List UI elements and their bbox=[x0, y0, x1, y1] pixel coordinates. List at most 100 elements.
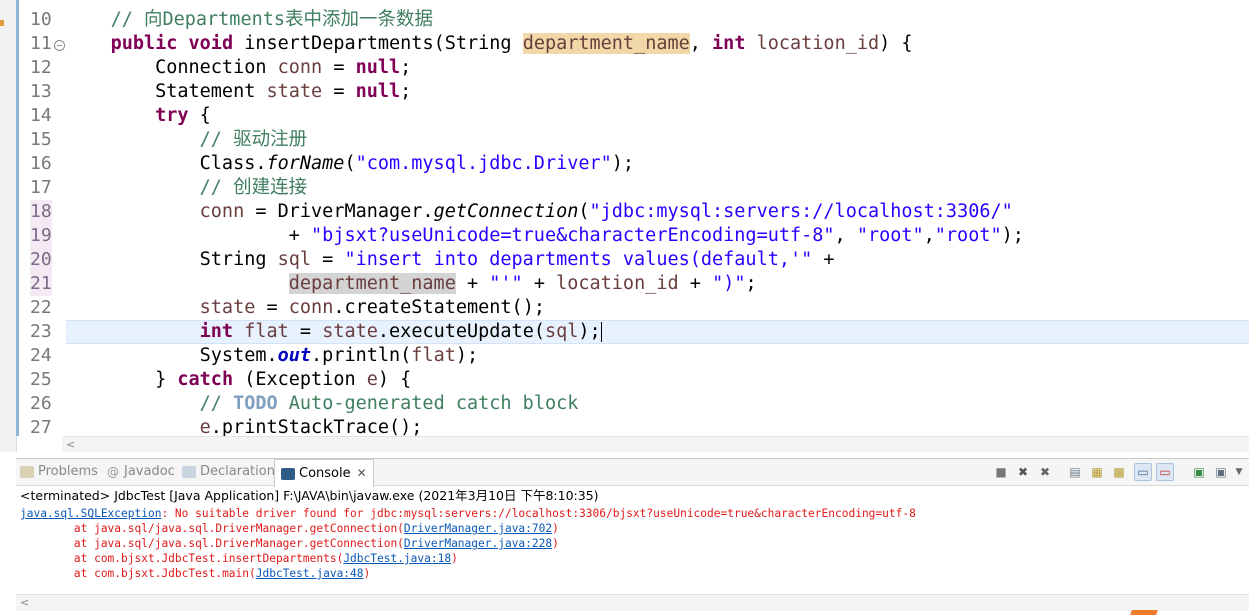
code-token: .executeUpdate( bbox=[377, 321, 545, 342]
code-token: + bbox=[66, 225, 312, 246]
show-on-stdout-button[interactable]: ▭ bbox=[1134, 463, 1152, 481]
tab-console[interactable]: Console ✕ bbox=[274, 459, 374, 487]
fold-collapse-icon[interactable]: − bbox=[54, 40, 65, 51]
scroll-left-icon[interactable]: < bbox=[20, 595, 29, 611]
code-token: ")" bbox=[712, 273, 746, 294]
code-line[interactable]: String sql = "insert into departments va… bbox=[66, 248, 1249, 272]
code-line[interactable]: // 向Departments表中添加一条数据 bbox=[66, 8, 1249, 32]
code-line[interactable]: state = conn.createStatement(); bbox=[66, 296, 1249, 320]
code-area[interactable]: // 向Departments表中添加一条数据 public void inse… bbox=[66, 0, 1249, 436]
code-line[interactable]: conn = DriverManager.getConnection("jdbc… bbox=[66, 200, 1249, 224]
code-line[interactable]: Class.forName("com.mysql.jdbc.Driver"); bbox=[66, 152, 1249, 176]
code-token: .createStatement(); bbox=[333, 297, 545, 318]
stack-trace-link[interactable]: java.sql.SQLException bbox=[20, 507, 161, 520]
code-line[interactable]: + "bjsxt?useUnicode=true&characterEncodi… bbox=[66, 224, 1249, 248]
code-token: flat bbox=[411, 345, 456, 366]
tab-declaration[interactable]: Declaration bbox=[182, 459, 275, 485]
stack-trace-link[interactable]: DriverManager.java:228 bbox=[404, 537, 552, 550]
code-token: , bbox=[689, 33, 713, 54]
terminate-button[interactable]: ■ bbox=[992, 463, 1010, 481]
editor-horizontal-scrollbar[interactable]: < bbox=[62, 436, 1249, 452]
code-line[interactable]: System.out.println(flat); bbox=[66, 344, 1249, 368]
line-number: 20 bbox=[30, 248, 52, 272]
code-token: "root" bbox=[856, 225, 924, 246]
close-icon[interactable]: ✕ bbox=[357, 466, 367, 480]
code-token: location_id bbox=[556, 273, 679, 294]
code-token: ); bbox=[455, 345, 479, 366]
remove-all-terminated-icon: ✖ bbox=[1039, 465, 1051, 479]
code-token: forName bbox=[266, 153, 345, 174]
code-token: ) { bbox=[377, 369, 412, 390]
code-line[interactable]: Statement state = null; bbox=[66, 80, 1249, 104]
clear-console-icon: ▤ bbox=[1069, 465, 1081, 479]
code-token: conn bbox=[199, 201, 245, 222]
code-line[interactable]: try { bbox=[66, 104, 1249, 128]
code-line[interactable]: // TODO Auto-generated catch block bbox=[66, 392, 1249, 416]
line-number: 26 bbox=[30, 393, 52, 414]
line-number: 19 bbox=[30, 224, 52, 248]
code-token: "com.mysql.jdbc.Driver" bbox=[355, 153, 612, 174]
taskbar-accent bbox=[1130, 610, 1158, 615]
console-line: java.sql.SQLException: No suitable drive… bbox=[20, 506, 1230, 521]
line-number: 23 bbox=[30, 321, 52, 342]
tab-javadoc[interactable]: @ Javadoc bbox=[106, 459, 175, 485]
code-line[interactable]: department_name + "'" + location_id + ")… bbox=[66, 272, 1249, 296]
text-cursor bbox=[600, 322, 602, 342]
clear-console-button[interactable]: ▤ bbox=[1066, 463, 1084, 481]
code-token: "'" bbox=[489, 273, 523, 294]
code-token: flat bbox=[244, 321, 289, 342]
code-token: insertDepartments(String bbox=[233, 33, 523, 54]
code-token: Statement bbox=[66, 81, 267, 102]
code-token: "insert into departments values(default,… bbox=[344, 249, 813, 270]
code-token: // 驱动注册 bbox=[199, 129, 308, 150]
code-line[interactable]: } catch (Exception e) { bbox=[66, 368, 1249, 392]
current-code-line[interactable]: int flat = state.executeUpdate(sql); bbox=[66, 320, 1249, 344]
code-token: Connection bbox=[66, 57, 278, 78]
code-line[interactable]: public void insertDepartments(String dep… bbox=[66, 32, 1249, 56]
pin-console-button[interactable]: ▣ bbox=[1190, 463, 1208, 481]
scroll-lock-icon: ▦ bbox=[1091, 465, 1103, 479]
code-token: sql bbox=[544, 321, 579, 342]
code-token: void bbox=[188, 33, 234, 54]
show-on-stderr-button[interactable]: ▭ bbox=[1156, 463, 1174, 481]
stack-trace-link[interactable]: JdbcTest.java:48 bbox=[256, 567, 364, 580]
code-token: int bbox=[199, 321, 234, 342]
console-text: : No suitable driver found for jdbc:mysq… bbox=[161, 507, 916, 520]
code-token: ); bbox=[578, 321, 601, 342]
code-line[interactable]: Connection conn = null; bbox=[66, 56, 1249, 80]
view-menu-button[interactable]: ▼ bbox=[1230, 463, 1248, 481]
console-horizontal-scrollbar[interactable]: < bbox=[16, 594, 1249, 611]
code-token: + bbox=[522, 273, 557, 294]
code-line[interactable]: // 驱动注册 bbox=[66, 128, 1249, 152]
code-editor[interactable]: 10 11 12 13 14 15 16 17 18 19 20 21 22 23 24 25 26 27 − /… bbox=[0, 0, 1249, 452]
console-output[interactable]: java.sql.SQLException: No suitable drive… bbox=[20, 506, 1230, 581]
remove-all-terminated-button[interactable]: ✖ bbox=[1036, 463, 1054, 481]
stack-trace-link[interactable]: JdbcTest.java:18 bbox=[343, 552, 451, 565]
code-token: ( bbox=[344, 153, 356, 174]
code-token: = bbox=[311, 249, 345, 270]
display-selected-console-button[interactable]: ▣ bbox=[1212, 463, 1230, 481]
scroll-lock-button[interactable]: ▦ bbox=[1088, 463, 1106, 481]
console-view: Problems @ Javadoc Declaration Console ✕ ■… bbox=[16, 458, 1249, 615]
word-wrap-button[interactable]: ▩ bbox=[1110, 463, 1128, 481]
code-token: ; bbox=[745, 273, 757, 294]
console-description: <terminated> JdbcTest [Java Application]… bbox=[20, 488, 599, 503]
code-line[interactable]: // 创建连接 bbox=[66, 176, 1249, 200]
line-number: 24 bbox=[30, 345, 52, 366]
code-token: + bbox=[455, 273, 490, 294]
code-line[interactable]: e.printStackTrace(); bbox=[66, 416, 1249, 436]
tab-problems[interactable]: Problems bbox=[20, 459, 98, 485]
stack-trace-link[interactable]: DriverManager.java:702 bbox=[404, 522, 552, 535]
code-token: e bbox=[199, 417, 211, 436]
console-text: at com.bjsxt.JdbcTest.insertDepartments( bbox=[20, 552, 344, 565]
code-token: TODO bbox=[233, 393, 278, 414]
code-token: e bbox=[366, 369, 378, 390]
scroll-left-icon[interactable]: < bbox=[66, 437, 75, 452]
remove-launch-button[interactable]: ✖ bbox=[1014, 463, 1032, 481]
